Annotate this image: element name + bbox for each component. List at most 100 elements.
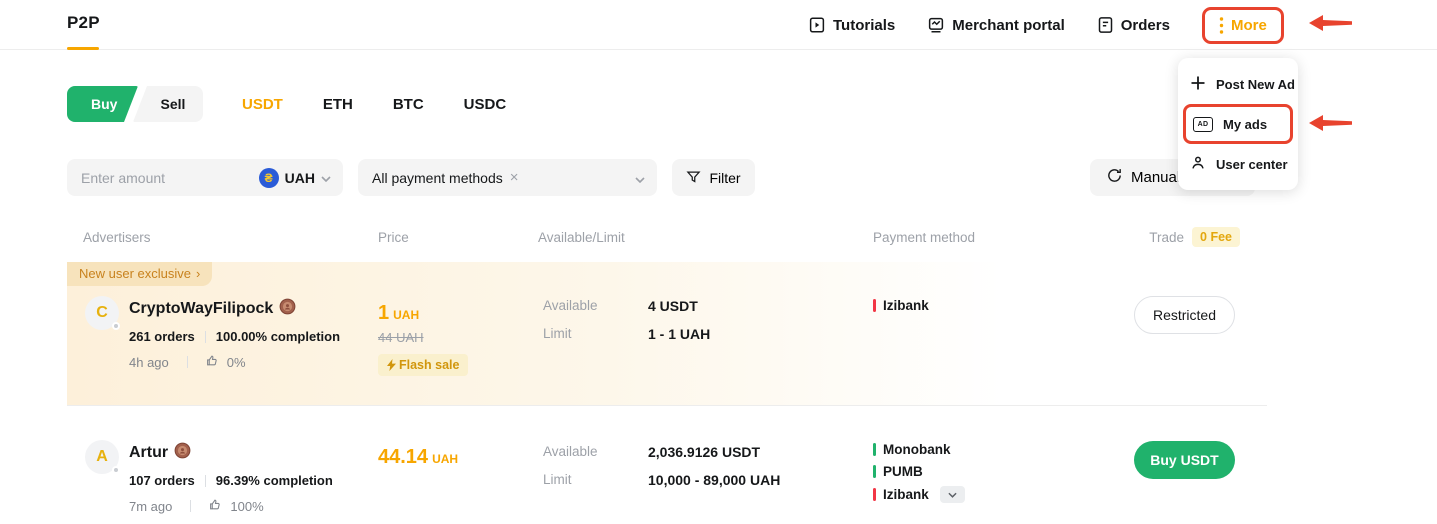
sell-tab[interactable]: Sell (133, 86, 203, 122)
annotation-arrow-more (1306, 13, 1354, 33)
my-ads-highlight-box: AD My ads (1183, 104, 1293, 144)
advertiser-cell: Artur 107 orders 96.39% completion 7m ag… (129, 442, 333, 514)
restricted-button[interactable]: Restricted (1134, 296, 1235, 334)
menu-item-my-ads[interactable]: AD My ads (1186, 107, 1290, 141)
medal-badge-icon (174, 442, 191, 464)
orders-count: 261 orders (129, 329, 195, 344)
advertiser-avatar[interactable]: A (85, 440, 119, 474)
buy-usdt-button[interactable]: Buy USDT (1134, 441, 1235, 479)
advertiser-meta: 7m ago 100% (129, 498, 333, 514)
offline-status-dot (112, 466, 120, 474)
advertiser-name[interactable]: CryptoWayFilipock (129, 298, 340, 320)
completion-rate: 100.00% completion (216, 329, 340, 344)
advertiser-name-label: Artur (129, 444, 168, 462)
price-cell: 44.14 UAH (378, 446, 458, 469)
chevron-right-icon: › (196, 266, 200, 281)
payment-methods-select[interactable]: All payment methods × (358, 159, 657, 196)
expand-payments-button[interactable] (940, 486, 965, 503)
chevron-down-icon (321, 169, 331, 187)
col-trade: Trade 0 Fee (1149, 227, 1240, 247)
advertiser-name[interactable]: Artur (129, 442, 333, 464)
menu-item-user-center[interactable]: User center (1178, 146, 1298, 182)
p2p-page: P2P Tutorials Merchant portal Orders Mor… (0, 0, 1437, 524)
header-nav: Tutorials Merchant portal Orders More (808, 0, 1284, 50)
price-currency: UAH (432, 452, 458, 466)
active-tab-underline (67, 47, 99, 50)
menu-item-my-ads-label: My ads (1223, 117, 1267, 132)
payment-methods-value: All payment methods (372, 170, 503, 186)
advertiser-stats: 261 orders 100.00% completion (129, 329, 340, 344)
available-value: 4 USDT (648, 298, 698, 314)
fiat-selector[interactable]: ₴ UAH (259, 168, 331, 188)
col-price: Price (378, 230, 409, 245)
price-currency: UAH (393, 308, 419, 322)
available-limit-cell: Available 2,036.9126 USDT Limit 10,000 -… (543, 444, 780, 488)
limit-value: 1 - 1 UAH (648, 326, 710, 342)
nav-merchant-portal[interactable]: Merchant portal (927, 16, 1065, 34)
payment-methods-cell: Izibank (873, 298, 929, 313)
payment-method-item: Izibank (873, 486, 965, 503)
coin-tab-usdt[interactable]: USDT (242, 96, 283, 113)
advertiser-avatar[interactable]: C (85, 296, 119, 330)
last-active-time: 4h ago (129, 355, 169, 370)
coin-tab-usdc[interactable]: USDC (464, 96, 507, 113)
amount-input[interactable]: Enter amount ₴ UAH (67, 159, 343, 196)
buy-sell-toggle: Buy Sell (67, 86, 203, 122)
nav-more[interactable]: More (1202, 7, 1284, 44)
thumbs-up-icon (209, 498, 222, 514)
payment-methods-cell: Monobank PUMB Izibank (873, 442, 965, 503)
offline-status-dot (112, 322, 120, 330)
completion-rate: 96.39% completion (216, 473, 333, 488)
divider (205, 475, 206, 487)
col-available-limit: Available/Limit (538, 230, 625, 245)
table-header: Advertisers Price Available/Limit Paymen… (67, 230, 1267, 252)
col-trade-label: Trade (1149, 230, 1184, 245)
page-title: P2P (67, 13, 100, 33)
advertiser-cell: CryptoWayFilipock 261 orders 100.00% com… (129, 298, 340, 370)
payment-method-name: PUMB (883, 464, 923, 479)
price-value: 44.14 (378, 446, 428, 468)
payment-color-bar (873, 299, 876, 312)
available-label: Available (543, 444, 648, 460)
positive-rating: 0% (227, 355, 246, 370)
avatar-letter: C (96, 304, 108, 322)
flash-sale-label: Flash sale (399, 358, 459, 372)
merchant-portal-icon (927, 16, 945, 34)
filter-button[interactable]: Filter (672, 159, 755, 196)
zero-fee-badge: 0 Fee (1192, 227, 1240, 247)
payment-method-item: PUMB (873, 464, 965, 479)
divider (205, 331, 206, 343)
coin-tab-btc[interactable]: BTC (393, 96, 424, 113)
filter-button-label: Filter (709, 170, 740, 186)
payment-method-name: Monobank (883, 442, 951, 457)
available-value: 2,036.9126 USDT (648, 444, 760, 460)
tutorials-icon (808, 16, 826, 34)
nav-merchant-label: Merchant portal (952, 17, 1065, 34)
uah-currency-icon: ₴ (259, 168, 279, 188)
menu-item-post-new-ad-label: Post New Ad (1216, 77, 1295, 92)
chevron-down-icon (635, 170, 645, 186)
buy-tab[interactable]: Buy (67, 86, 138, 122)
menu-item-post-new-ad[interactable]: Post New Ad (1178, 66, 1298, 102)
new-user-exclusive-badge[interactable]: New user exclusive › (67, 262, 212, 286)
payment-method-item: Izibank (873, 298, 929, 313)
menu-item-user-center-label: User center (1216, 157, 1288, 172)
more-dots-icon (1219, 16, 1224, 35)
offer-row: A Artur 107 orders 96.39% completion 7m … (67, 406, 1267, 524)
clear-filter-icon[interactable]: × (510, 169, 635, 186)
top-header: P2P Tutorials Merchant portal Orders Mor… (0, 0, 1437, 50)
col-payment-method: Payment method (873, 230, 975, 245)
coin-tab-eth[interactable]: ETH (323, 96, 353, 113)
nav-tutorials[interactable]: Tutorials (808, 16, 895, 34)
orders-count: 107 orders (129, 473, 195, 488)
nav-orders[interactable]: Orders (1097, 16, 1170, 34)
divider (187, 356, 188, 368)
advertiser-name-label: CryptoWayFilipock (129, 300, 273, 318)
available-label: Available (543, 298, 648, 314)
payment-color-bar (873, 488, 876, 501)
price-cell: 1UAH 44 UAH Flash sale (378, 302, 468, 376)
payment-color-bar (873, 465, 876, 478)
available-limit-cell: Available 4 USDT Limit 1 - 1 UAH (543, 298, 710, 342)
plus-icon (1190, 75, 1206, 94)
price-old: 44 UAH (378, 330, 468, 345)
